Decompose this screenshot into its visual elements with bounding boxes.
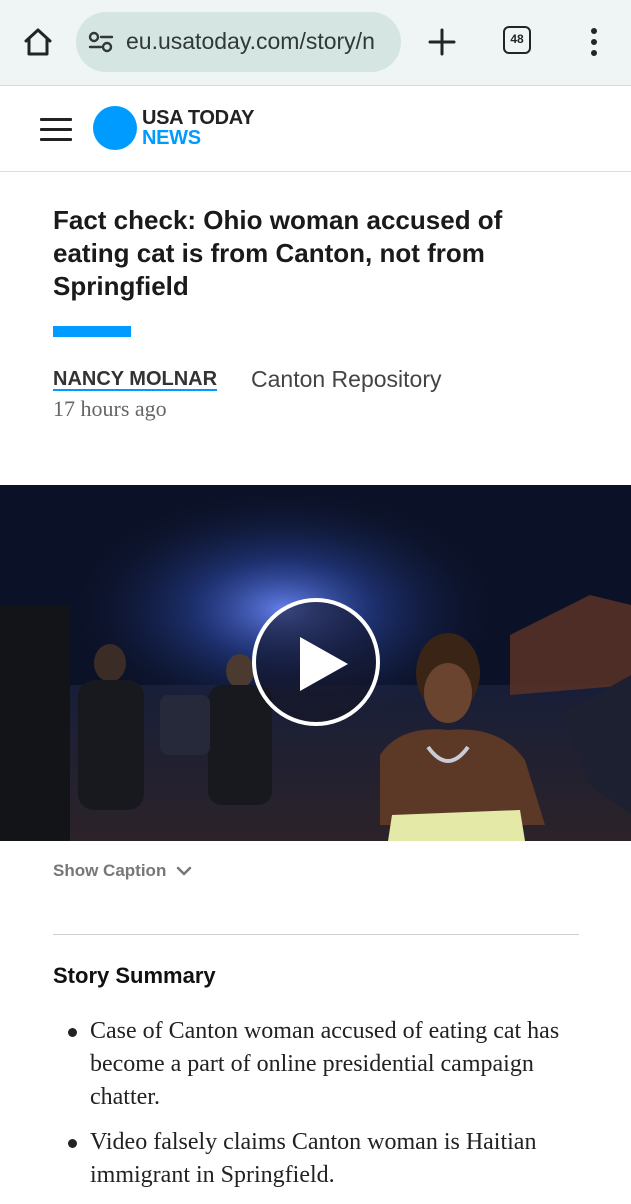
play-button[interactable] [252, 598, 380, 726]
article-headline: Fact check: Ohio woman accused of eating… [53, 205, 503, 301]
hamburger-menu-icon[interactable] [40, 118, 72, 142]
logo-circle[interactable] [93, 106, 137, 150]
show-caption-toggle[interactable]: Show Caption [53, 861, 192, 881]
chevron-down-icon [177, 866, 192, 876]
list-item: Video falsely claims Canton woman is Hai… [53, 1126, 573, 1192]
headline-accent-bar [53, 326, 131, 337]
story-summary-heading: Story Summary [53, 963, 216, 988]
author-link[interactable]: NANCY MOLNAR [53, 368, 217, 391]
list-item: Case of Canton woman accused of eating c… [53, 1015, 573, 1114]
url-text[interactable]: eu.usatoday.com/story/n [126, 28, 396, 55]
summary-item-text: Video falsely claims Canton woman is Hai… [90, 1129, 537, 1188]
publish-time: 17 hours ago [53, 396, 167, 421]
site-settings-icon[interactable] [88, 30, 114, 54]
browser-toolbar: eu.usatoday.com/story/n 48 [0, 0, 631, 86]
section-divider [53, 934, 579, 935]
more-vert-icon[interactable] [582, 24, 606, 60]
bullet-icon [68, 1139, 77, 1148]
address-bar[interactable]: eu.usatoday.com/story/n [76, 12, 401, 72]
home-icon [24, 28, 52, 56]
story-summary-list: Case of Canton woman accused of eating c… [53, 1015, 573, 1204]
home-button[interactable] [18, 22, 58, 62]
plus-icon [428, 28, 456, 56]
logo-text-section[interactable]: NEWS [142, 127, 201, 150]
tab-switcher-button[interactable]: 48 [503, 26, 531, 54]
bullet-icon [68, 1028, 77, 1037]
source-name: Canton Repository [251, 366, 442, 392]
site-header: USA TODAY NEWS [0, 86, 631, 172]
play-icon [300, 637, 348, 691]
show-caption-label: Show Caption [53, 861, 167, 880]
summary-item-text: Case of Canton woman accused of eating c… [90, 1018, 560, 1110]
new-tab-button[interactable] [424, 24, 460, 60]
